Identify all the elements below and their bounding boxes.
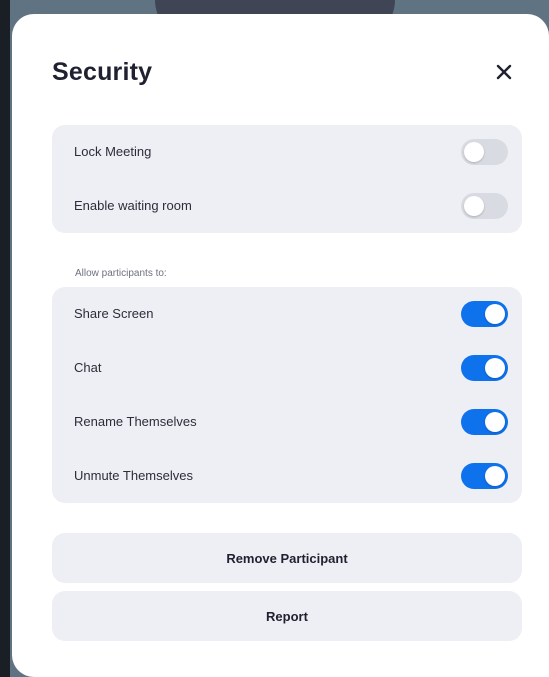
report-button[interactable]: Report: [52, 591, 522, 641]
permission-label: Unmute Themselves: [74, 468, 193, 483]
lock-meeting-toggle[interactable]: [461, 139, 508, 165]
permission-label: Chat: [74, 360, 102, 375]
toggle-knob: [464, 142, 484, 162]
chat-toggle[interactable]: [461, 355, 508, 381]
close-icon: [496, 64, 512, 80]
unmute-themselves-toggle[interactable]: [461, 463, 508, 489]
dialog-title: Security: [52, 58, 153, 86]
waiting-room-toggle[interactable]: [461, 193, 508, 219]
permission-row-chat: Chat: [52, 341, 522, 395]
toggle-knob: [485, 412, 505, 432]
permission-row-share-screen: Share Screen: [52, 287, 522, 341]
participant-permissions-group: Share Screen Chat Rename Themselves Unmu…: [52, 287, 522, 503]
permission-row-unmute: Unmute Themselves: [52, 449, 522, 503]
setting-label: Lock Meeting: [74, 144, 152, 159]
permission-row-rename: Rename Themselves: [52, 395, 522, 449]
toggle-knob: [485, 466, 505, 486]
share-screen-toggle[interactable]: [461, 301, 508, 327]
rename-themselves-toggle[interactable]: [461, 409, 508, 435]
background-window-edge: [0, 0, 10, 677]
permission-label: Rename Themselves: [74, 414, 197, 429]
setting-label: Enable waiting room: [74, 198, 192, 213]
toggle-knob: [485, 304, 505, 324]
security-dialog: Security Lock Meeting Enable waiting roo…: [12, 14, 549, 677]
setting-row-waiting-room: Enable waiting room: [52, 179, 522, 233]
toggle-knob: [464, 196, 484, 216]
meeting-settings-group: Lock Meeting Enable waiting room: [52, 125, 522, 233]
allow-participants-heading: Allow participants to:: [75, 268, 167, 279]
permission-label: Share Screen: [74, 306, 154, 321]
toggle-knob: [485, 358, 505, 378]
setting-row-lock-meeting: Lock Meeting: [52, 125, 522, 179]
remove-participant-button[interactable]: Remove Participant: [52, 533, 522, 583]
close-button[interactable]: [490, 58, 518, 86]
